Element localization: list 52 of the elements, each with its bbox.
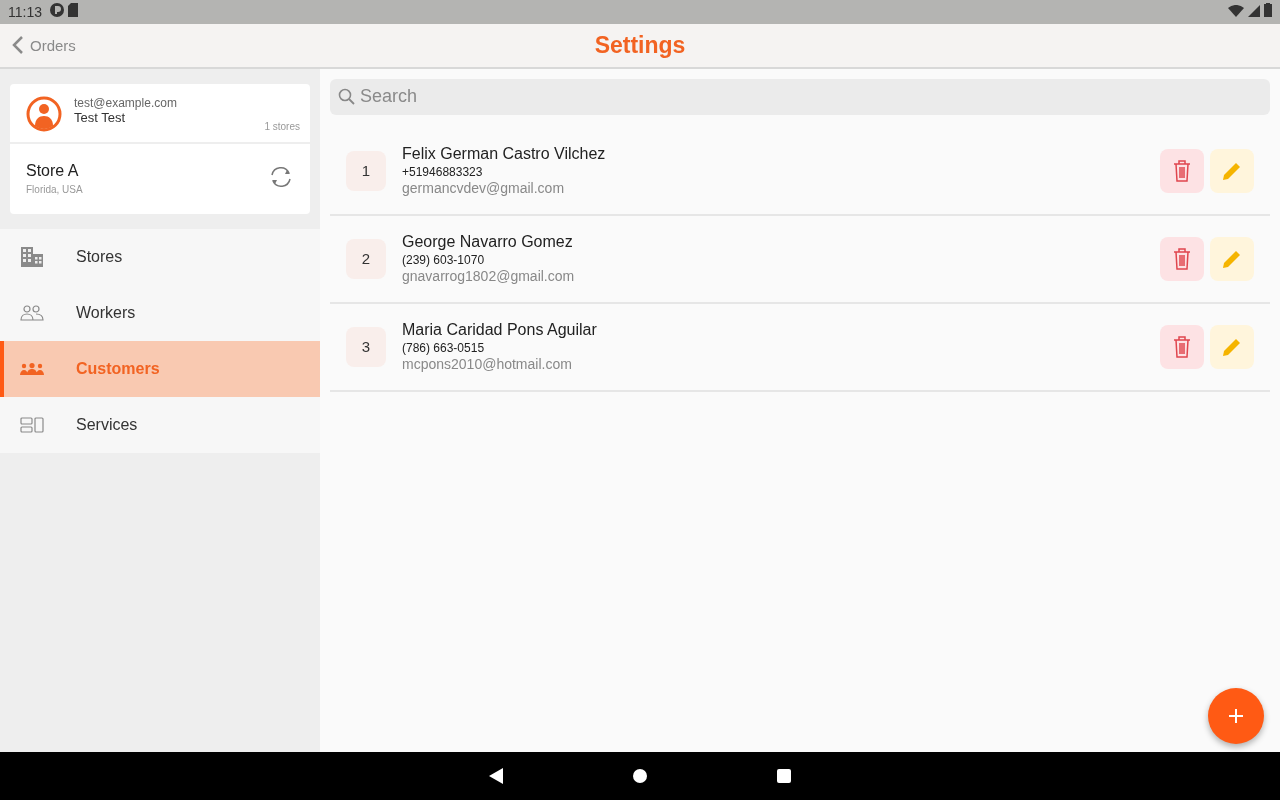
edit-button[interactable] — [1210, 148, 1254, 193]
sidebar-item[interactable]: Stores — [0, 228, 320, 285]
store-count: 1 stores — [264, 120, 300, 132]
trash-icon — [1173, 335, 1191, 358]
sidebar-item[interactable]: Services — [0, 396, 320, 453]
layout-icon — [20, 416, 44, 433]
edit-button[interactable] — [1210, 324, 1254, 369]
buildings-icon — [21, 246, 43, 267]
back-triangle-icon[interactable] — [489, 768, 503, 785]
search-field[interactable]: Search — [330, 78, 1270, 115]
customer-name: Maria Caridad Pons Aguilar — [402, 321, 598, 340]
battery-icon — [1264, 3, 1272, 18]
row-number: 1 — [346, 150, 386, 191]
sidebar-item[interactable]: Workers — [0, 284, 320, 341]
delete-button[interactable] — [1160, 148, 1204, 193]
account-email: test@example.com — [74, 95, 177, 110]
delete-button[interactable] — [1160, 324, 1204, 369]
add-button[interactable] — [1208, 688, 1264, 745]
customer-email: germancvdev@gmail.com — [402, 180, 566, 197]
wifi-icon — [1228, 5, 1245, 18]
group-icon — [20, 362, 44, 375]
back-chevron-icon — [12, 35, 24, 56]
delete-button[interactable] — [1160, 236, 1204, 281]
store-name: Store A — [26, 162, 80, 181]
pencil-icon — [1223, 161, 1241, 180]
plus-icon — [1229, 709, 1243, 724]
avatar-icon — [26, 95, 62, 132]
signal-icon — [1248, 5, 1261, 18]
customer-phone: +51946883323 — [402, 165, 484, 180]
people-icon — [20, 304, 44, 321]
row-number: 2 — [346, 238, 386, 279]
customer-email: mcpons2010@hotmail.com — [402, 356, 573, 373]
customer-name: Felix German Castro Vilchez — [402, 145, 607, 164]
edit-button[interactable] — [1210, 236, 1254, 281]
customer-email: gnavarrog1802@gmail.com — [402, 268, 576, 285]
row-number: 3 — [346, 326, 386, 367]
pencil-icon — [1223, 337, 1241, 356]
notification-icon — [50, 3, 64, 18]
home-circle-icon[interactable] — [633, 769, 647, 784]
trash-icon — [1173, 247, 1191, 270]
store-panel[interactable]: Store A Florida, USA — [10, 143, 310, 214]
customer-phone: (239) 603-1070 — [402, 253, 486, 268]
store-location: Florida, USA — [26, 184, 84, 196]
page-title: Settings — [594, 31, 686, 58]
trash-icon — [1173, 159, 1191, 182]
sd-card-icon — [67, 3, 78, 18]
customer-name: George Navarro Gomez — [402, 233, 574, 252]
square-icon[interactable] — [777, 769, 791, 784]
clock-time: 11:13 — [8, 4, 42, 20]
account-name: Test Test — [74, 109, 126, 125]
customer-phone: (786) 663-0515 — [402, 341, 486, 356]
pencil-icon — [1223, 249, 1241, 268]
